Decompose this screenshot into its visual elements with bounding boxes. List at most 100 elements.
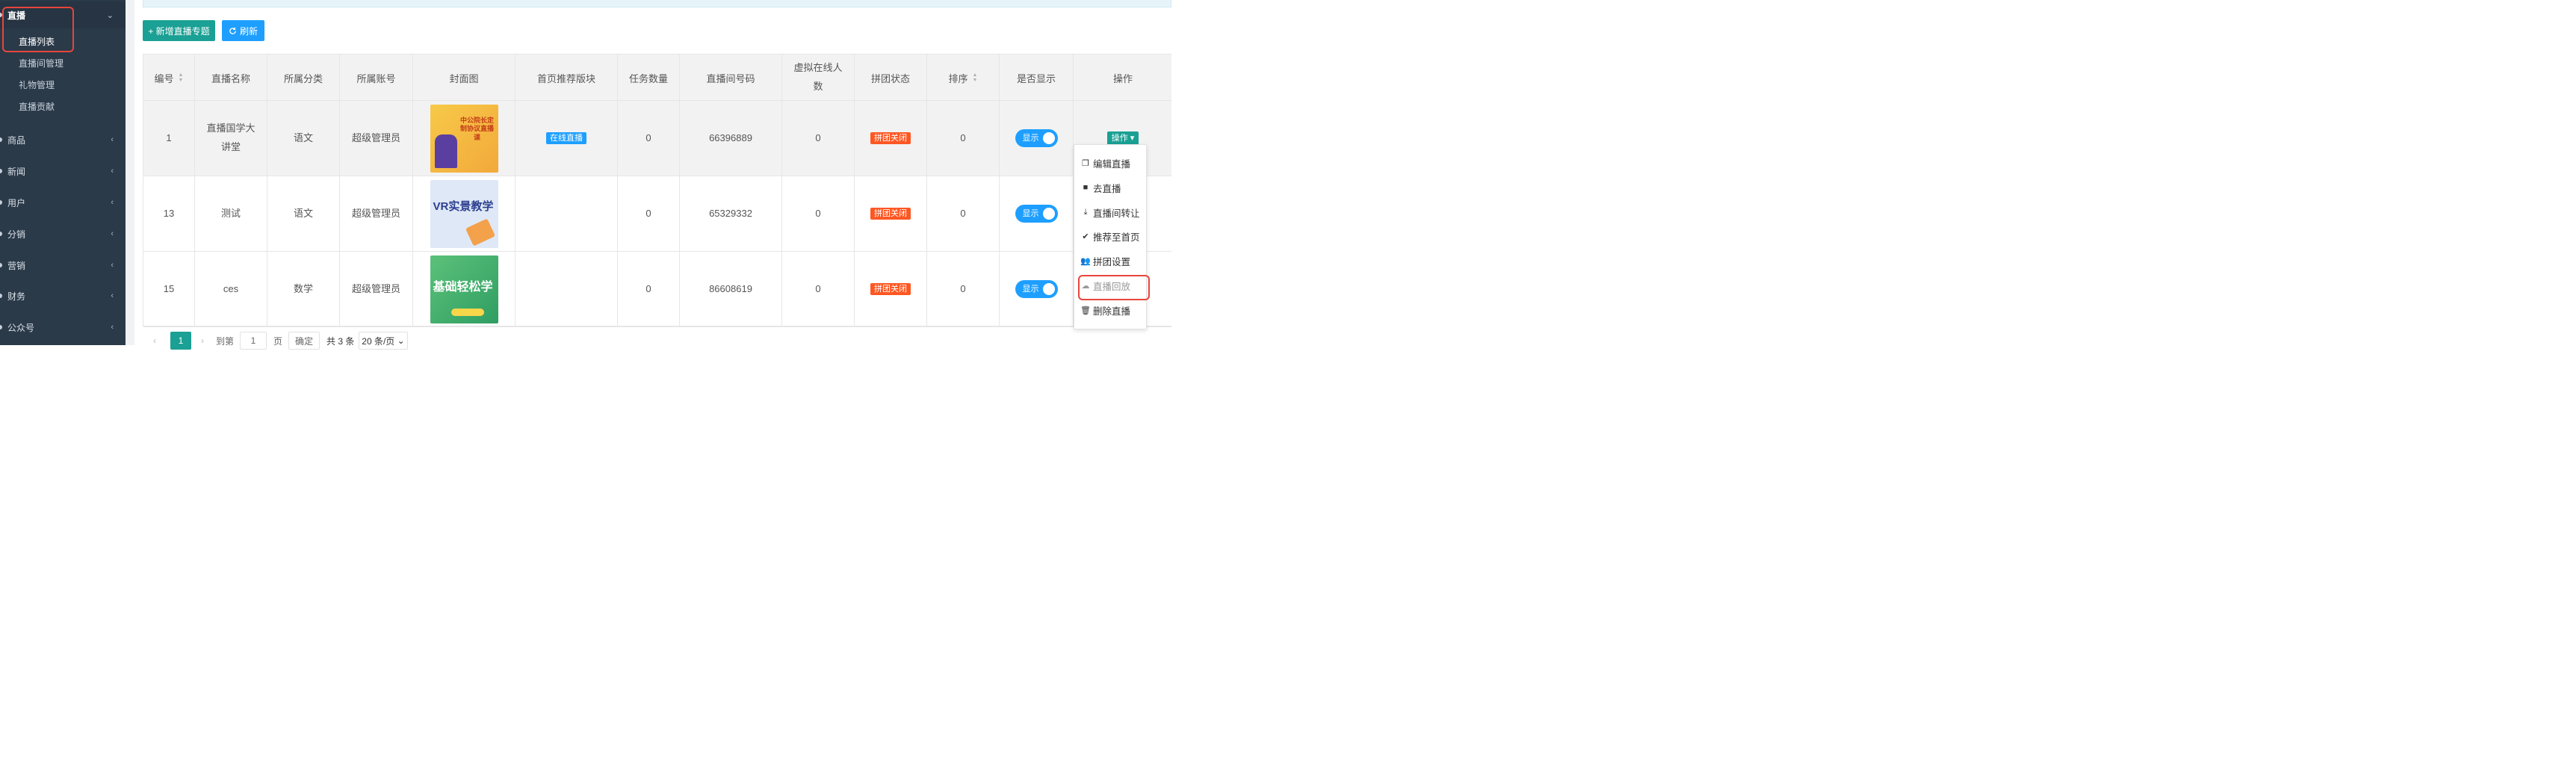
sidebar-group-label: 用户 <box>7 197 26 208</box>
sidebar-group-goods[interactable]: 商品 ‹ <box>0 126 126 153</box>
bullet-icon <box>0 169 2 173</box>
refresh-icon <box>229 27 236 34</box>
menu-item-group-settings[interactable]: 👥 拼团设置 <box>1074 249 1146 273</box>
column-header-tasks: 任务数量 <box>618 55 680 101</box>
chevron-left-icon: ‹ <box>111 291 114 300</box>
menu-item-recommend-home[interactable]: ✔ 推荐至首页 <box>1074 224 1146 248</box>
cell-tasks: 0 <box>618 252 680 326</box>
sidebar-group-finance[interactable]: 财务 ‹ <box>0 282 126 309</box>
column-header-id[interactable]: 编号 ▲ ▼ <box>143 55 195 101</box>
sidebar-group-news[interactable]: 新闻 ‹ <box>0 158 126 185</box>
select-value: 20 条/页 <box>362 335 395 347</box>
page-size-select[interactable]: 20 条/页 ⌄ <box>359 332 408 350</box>
group-status-badge: 拼团关闭 <box>870 208 911 220</box>
table-row: 15 ces 数学 超级管理员 基础轻松学 0 86608619 0 拼团关闭 … <box>143 252 1171 327</box>
menu-item-go-live[interactable]: ■ 去直播 <box>1074 176 1146 199</box>
cell-account: 超级管理员 <box>340 252 413 326</box>
refresh-button[interactable]: 刷新 <box>222 20 264 41</box>
cover-image[interactable]: VR实景教学 <box>430 179 498 248</box>
sidebar-group-official-account[interactable]: 公众号 ‹ <box>0 314 126 341</box>
show-toggle[interactable]: 显示 <box>1015 205 1058 223</box>
column-header-cover: 封面图 <box>413 55 515 101</box>
cell-cover: 基础轻松学 <box>413 252 515 326</box>
header-label: 直播名称 <box>211 72 250 84</box>
sort-icon[interactable]: ▲ ▼ <box>973 72 978 83</box>
highlight-box <box>2 7 74 52</box>
cell-virtual-online: 0 <box>782 101 855 176</box>
group-status-badge: 拼团关闭 <box>870 283 911 295</box>
cover-image[interactable]: 基础轻松学 <box>430 255 498 323</box>
column-header-group-status: 拼团状态 <box>855 55 927 101</box>
column-header-sort[interactable]: 排序 ▲ ▼ <box>927 55 1000 101</box>
sidebar-group-user[interactable]: 用户 ‹ <box>0 189 126 216</box>
page-jump-input[interactable]: 1 <box>240 332 267 350</box>
prev-page-icon[interactable]: ‹ <box>153 332 156 350</box>
content-gutter <box>126 0 134 345</box>
cell-id: 13 <box>143 176 195 251</box>
chevron-left-icon: ‹ <box>111 135 114 144</box>
cover-title: VR实景教学 <box>433 199 494 213</box>
sidebar-item-gift[interactable]: 礼物管理 <box>0 74 126 96</box>
cell-room: 65329332 <box>680 176 782 251</box>
show-toggle[interactable]: 显示 <box>1015 280 1058 298</box>
table-row: 13 测试 语文 超级管理员 VR实景教学 0 65329332 0 拼团关闭 … <box>143 176 1171 252</box>
bullet-icon <box>0 200 2 205</box>
cell-name: 测试 <box>195 176 267 251</box>
cell-cover: VR实景教学 <box>413 176 515 251</box>
button-label: + 新增直播专题 <box>148 25 210 37</box>
sidebar-group-label: 营销 <box>7 260 26 271</box>
sidebar-item-live-room[interactable]: 直播间管理 <box>0 52 126 74</box>
sidebar-group-label: 新闻 <box>7 166 26 177</box>
cell-id: 15 <box>143 252 195 326</box>
sidebar-group-marketing[interactable]: 营销 ‹ <box>0 252 126 279</box>
pagination: ‹ 1 › 到第 1 页 确定 共 3 条 20 条/页 ⌄ <box>143 327 591 350</box>
toggle-label: 显示 <box>1022 208 1039 218</box>
menu-item-delete-live[interactable]: 🗑 删除直播 <box>1074 298 1146 322</box>
cell-name: ces <box>195 252 267 326</box>
column-header-category: 所属分类 <box>267 55 340 101</box>
bullet-icon <box>0 325 2 329</box>
operation-dropdown-menu: ❐ 编辑直播 ■ 去直播 ⤓ 直播间转让 ✔ 推荐至首页 👥 拼团设置 ☁ 直播回放 🗑 删除… <box>1074 144 1147 329</box>
sidebar-item-contribution[interactable]: 直播贡献 <box>0 96 126 117</box>
header-label: 编号 <box>154 72 174 84</box>
cover-image[interactable]: 中公院长定制协议直播课 <box>430 104 498 173</box>
show-toggle[interactable]: 显示 <box>1015 129 1058 147</box>
sort-icon[interactable]: ▲ ▼ <box>179 72 184 83</box>
table-row: 1 直播国学大讲堂 语文 超级管理员 中公院长定制协议直播课 在线直播 0 66… <box>143 101 1171 176</box>
cell-account: 超级管理员 <box>340 176 413 251</box>
live-table: 编号 ▲ ▼ 直播名称 所属分类 所属账号 封面图 首页推荐版块 任务数量 直播间号… <box>143 54 1171 327</box>
trash-icon: 🗑 <box>1080 306 1091 315</box>
goto-label: 到第 <box>216 335 235 347</box>
copy-icon: ❐ <box>1082 158 1089 168</box>
operation-dropdown-button[interactable]: 操作 ▾ <box>1106 131 1139 145</box>
menu-item-edit-live[interactable]: ❐ 编辑直播 <box>1074 151 1146 175</box>
cell-group-status: 拼团关闭 <box>855 176 927 251</box>
header-label: 拼团状态 <box>870 72 910 84</box>
sidebar-group-distribution[interactable]: 分销 ‹ <box>0 220 126 247</box>
button-label: 刷新 <box>239 25 258 37</box>
add-live-topic-button[interactable]: + 新增直播专题 <box>143 20 215 41</box>
chevron-left-icon: ‹ <box>111 261 114 270</box>
bullet-icon <box>0 232 2 236</box>
column-header-name: 直播名称 <box>195 55 267 101</box>
confirm-button[interactable]: 确定 <box>288 332 320 350</box>
header-label: 排序 <box>948 72 968 84</box>
sidebar-group-label: 分销 <box>7 229 26 240</box>
download-icon: ⤓ <box>1083 207 1088 217</box>
cell-show: 显示 <box>1000 176 1074 251</box>
column-header-account: 所属账号 <box>340 55 413 101</box>
sidebar-group-label: 商品 <box>7 134 26 146</box>
cell-sort: 0 <box>927 101 1000 176</box>
cell-tasks: 0 <box>618 101 680 176</box>
header-label: 是否显示 <box>1016 72 1056 84</box>
cell-virtual-online: 0 <box>782 176 855 251</box>
menu-item-transfer-room[interactable]: ⤓ 直播间转让 <box>1074 200 1146 224</box>
header-label: 任务数量 <box>628 72 668 84</box>
cell-category: 语文 <box>267 176 340 251</box>
users-icon: 👥 <box>1080 256 1091 266</box>
chevron-left-icon: ‹ <box>111 229 114 238</box>
next-page-icon[interactable]: › <box>201 332 204 350</box>
page-number-current[interactable]: 1 <box>170 332 191 350</box>
cell-id: 1 <box>143 101 195 176</box>
sidebar-group-label: 财务 <box>7 291 26 302</box>
